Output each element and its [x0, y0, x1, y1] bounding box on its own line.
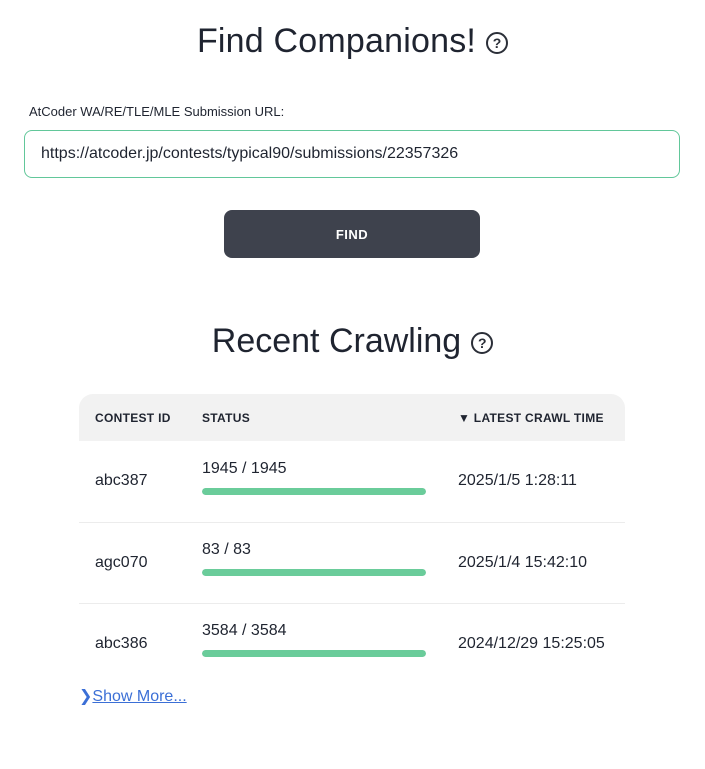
table-row: abc387 1945 / 1945 2025/1/5 1:28:11 [79, 441, 625, 523]
recent-crawling-header: Recent Crawling ? [0, 322, 705, 361]
submission-url-label: AtCoder WA/RE/TLE/MLE Submission URL: [29, 104, 285, 119]
status-cell: 83 / 83 [186, 522, 442, 604]
crawl-time-cell: 2024/12/29 15:25:05 [458, 634, 605, 652]
progress-bar [202, 487, 426, 495]
submission-url-input[interactable] [24, 130, 680, 178]
chevron-right-icon: ❯ [79, 688, 93, 705]
progress-bar [202, 569, 426, 576]
contest-id-cell: abc387 [79, 441, 186, 523]
status-cell: 3584 / 3584 [186, 603, 442, 684]
table-header: CONTEST ID STATUS ▼ LATEST CRAWL TIME [79, 394, 625, 441]
table-row: agc070 83 / 83 2025/1/4 15:42:10 [79, 522, 625, 604]
recent-help-icon[interactable]: ? [471, 331, 494, 354]
contest-id-cell: abc386 [95, 634, 148, 652]
status-text: 1945 / 1945 [202, 459, 287, 477]
show-more-link[interactable]: ❯Show More... [79, 686, 187, 706]
recent-crawling-title: Recent Crawling [211, 322, 462, 360]
progress-fill [202, 487, 426, 495]
status-text: 3584 / 3584 [202, 622, 287, 640]
show-more-label: Show More... [92, 688, 187, 705]
crawl-time-cell: 2025/1/5 1:28:11 [442, 441, 625, 523]
progress-bar [202, 650, 426, 658]
recent-crawling-table: CONTEST ID STATUS ▼ LATEST CRAWL TIME ab… [79, 394, 625, 684]
status-cell: 1945 / 1945 [186, 441, 442, 523]
help-icon[interactable]: ? [486, 31, 509, 54]
progress-fill [202, 569, 426, 576]
page-header: Find Companions! ? [0, 22, 705, 61]
contest-id-cell: agc070 [79, 522, 186, 604]
find-button[interactable]: FIND [224, 210, 480, 258]
crawl-time-cell: 2025/1/4 15:42:10 [442, 522, 625, 604]
progress-fill [202, 650, 426, 658]
table-row: abc386 3584 / 3584 2024/12/29 15:25:05 [79, 603, 625, 684]
column-header-latest-crawl-time[interactable]: ▼ LATEST CRAWL TIME [442, 394, 625, 441]
column-header-contest-id: CONTEST ID [95, 410, 171, 425]
column-header-status: STATUS [202, 410, 251, 425]
status-text: 83 / 83 [202, 541, 251, 558]
page-title: Find Companions! [196, 22, 477, 60]
page: Find Companions! ? AtCoder WA/RE/TLE/MLE… [0, 0, 705, 769]
